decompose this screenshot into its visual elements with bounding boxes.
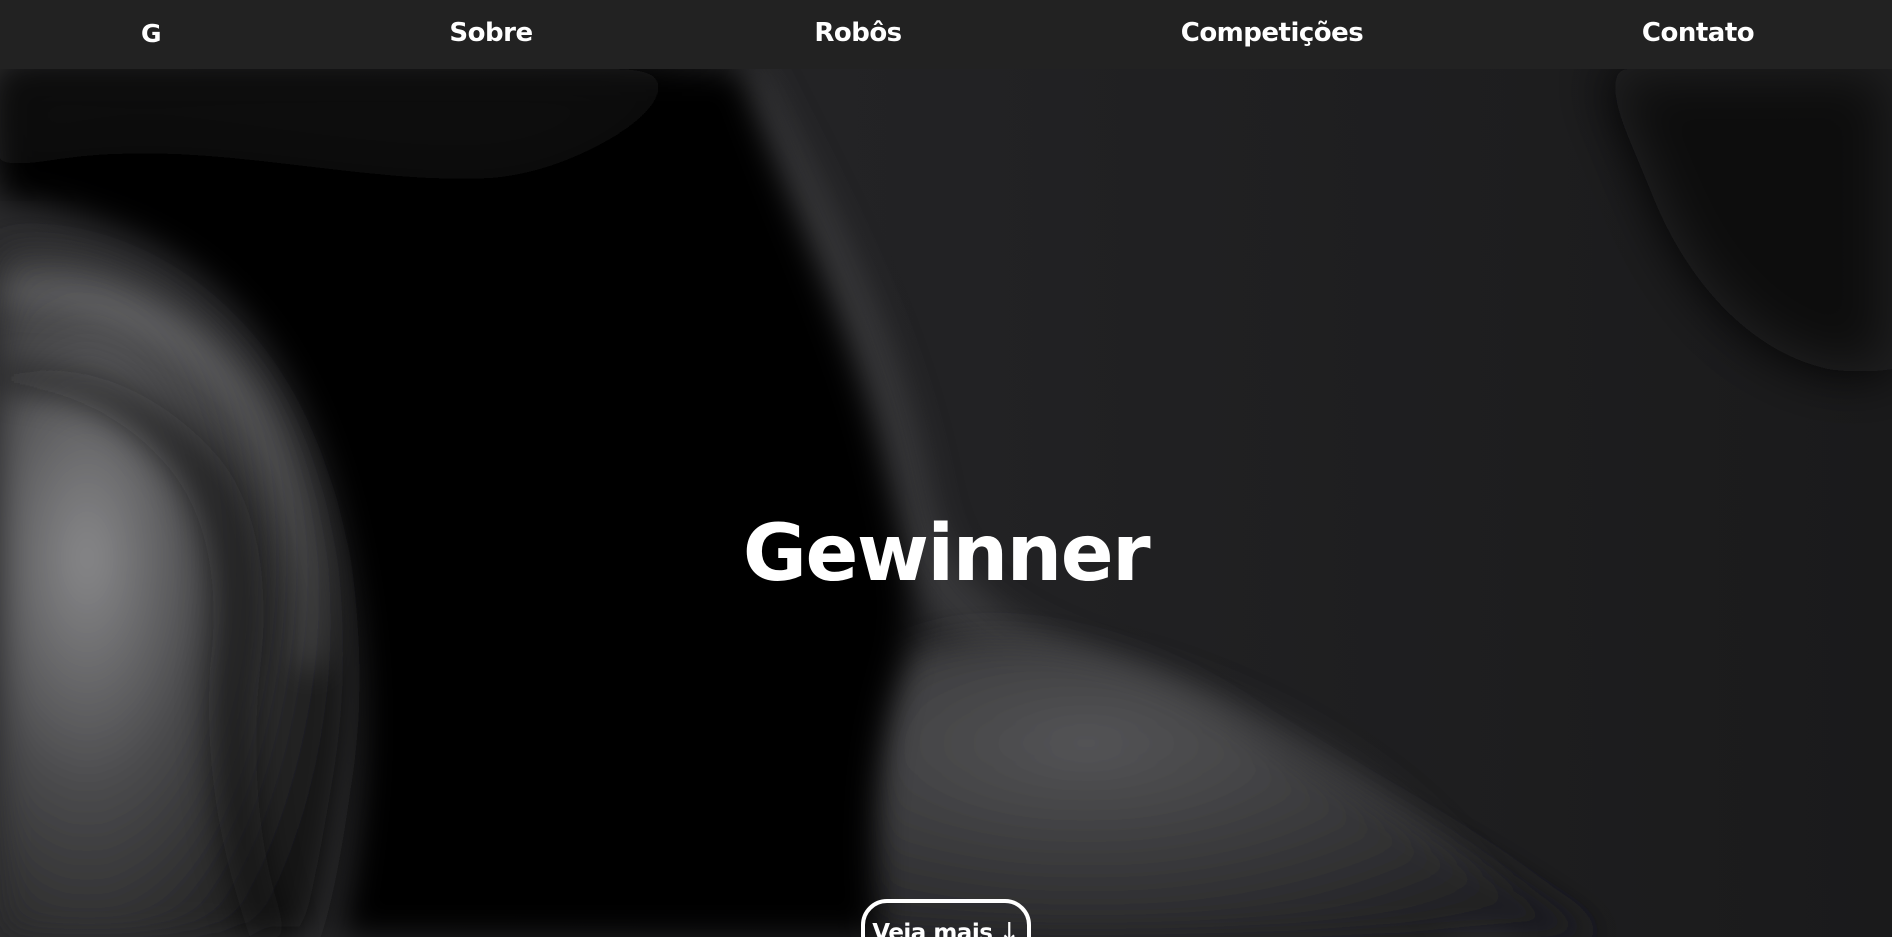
abstract-wave-background bbox=[0, 69, 1892, 937]
see-more-button[interactable]: Veja mais ↓ bbox=[861, 899, 1031, 937]
hero-section: Gewinner Veja mais ↓ bbox=[0, 69, 1892, 937]
see-more-label: Veja mais bbox=[872, 920, 993, 937]
nav-link-robos[interactable]: Robôs bbox=[814, 0, 902, 67]
nav-link-competicoes[interactable]: Competições bbox=[1181, 0, 1364, 67]
nav-link-contato[interactable]: Contato bbox=[1642, 0, 1755, 67]
nav-link-sobre[interactable]: Sobre bbox=[449, 0, 533, 67]
logo-link[interactable]: G bbox=[141, 0, 162, 67]
top-navbar: G Sobre Robôs Competições Contato bbox=[0, 0, 1892, 69]
arrow-down-icon: ↓ bbox=[998, 918, 1020, 937]
hero-title: Gewinner bbox=[742, 509, 1151, 599]
